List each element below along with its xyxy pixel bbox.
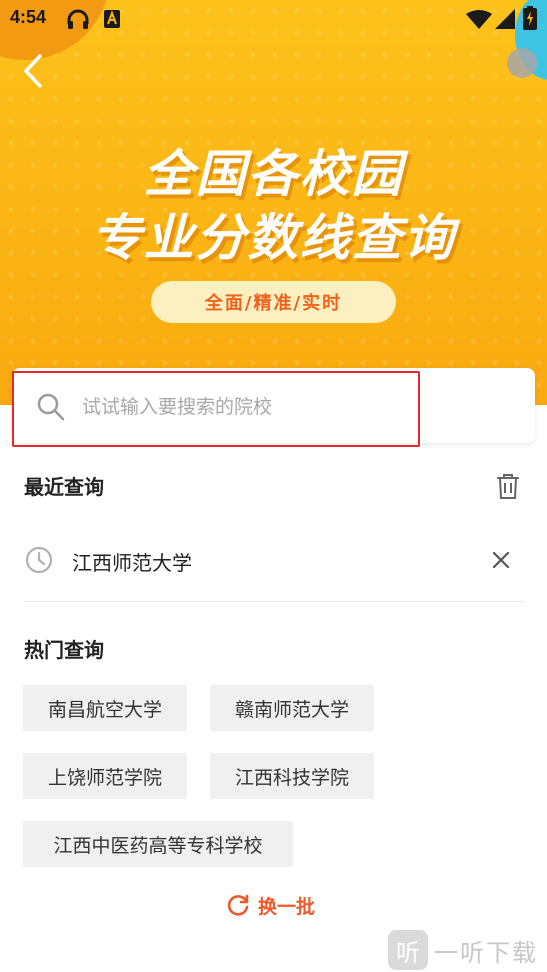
watermark-logo: 听 (388, 930, 428, 970)
a-notification-icon (103, 9, 121, 33)
back-button[interactable] (18, 52, 52, 90)
hot-chip[interactable]: 南昌航空大学 (23, 685, 187, 731)
hot-chip[interactable]: 赣南师范大学 (210, 685, 374, 731)
divider (24, 601, 524, 602)
trash-icon[interactable] (495, 472, 521, 500)
search-input[interactable] (82, 390, 402, 424)
subtitle-badge: 全面/精准/实时 (151, 281, 396, 323)
chevron-left-icon (24, 54, 42, 88)
recent-item[interactable]: 江西师范大学 (24, 535, 524, 585)
status-bar: 4:54 (0, 0, 547, 36)
header-banner: 4:54 全国各校园 专业分数线查询 全面/精准/实时 (0, 0, 547, 405)
refresh-label: 换一批 (258, 895, 316, 918)
battery-charging-icon (523, 6, 537, 34)
wifi-icon (466, 9, 492, 33)
recent-item-label: 江西师范大学 (72, 551, 192, 575)
hot-chip[interactable]: 江西中医药高等专科学校 (23, 821, 293, 867)
refresh-icon (226, 893, 250, 917)
hot-section-title: 热门查询 (24, 638, 104, 662)
headphones-icon (66, 8, 90, 34)
cellular-icon (495, 9, 515, 33)
page-title-line1: 全国各校园 (143, 145, 404, 203)
search-icon (36, 392, 66, 422)
hot-chip[interactable]: 江西科技学院 (210, 753, 374, 799)
watermark: 听 一听下载 (388, 930, 538, 970)
clock-icon (24, 545, 54, 575)
page-title-line2: 专业分数线查询 (91, 209, 456, 267)
watermark-text: 一听下载 (434, 938, 538, 967)
status-time: 4:54 (10, 7, 47, 27)
close-icon[interactable] (490, 549, 512, 571)
floating-dot (507, 48, 537, 78)
hot-chip[interactable]: 上饶师范学院 (23, 753, 187, 799)
refresh-button[interactable]: 换一批 (226, 890, 315, 920)
recent-section-title: 最近查询 (24, 475, 104, 499)
